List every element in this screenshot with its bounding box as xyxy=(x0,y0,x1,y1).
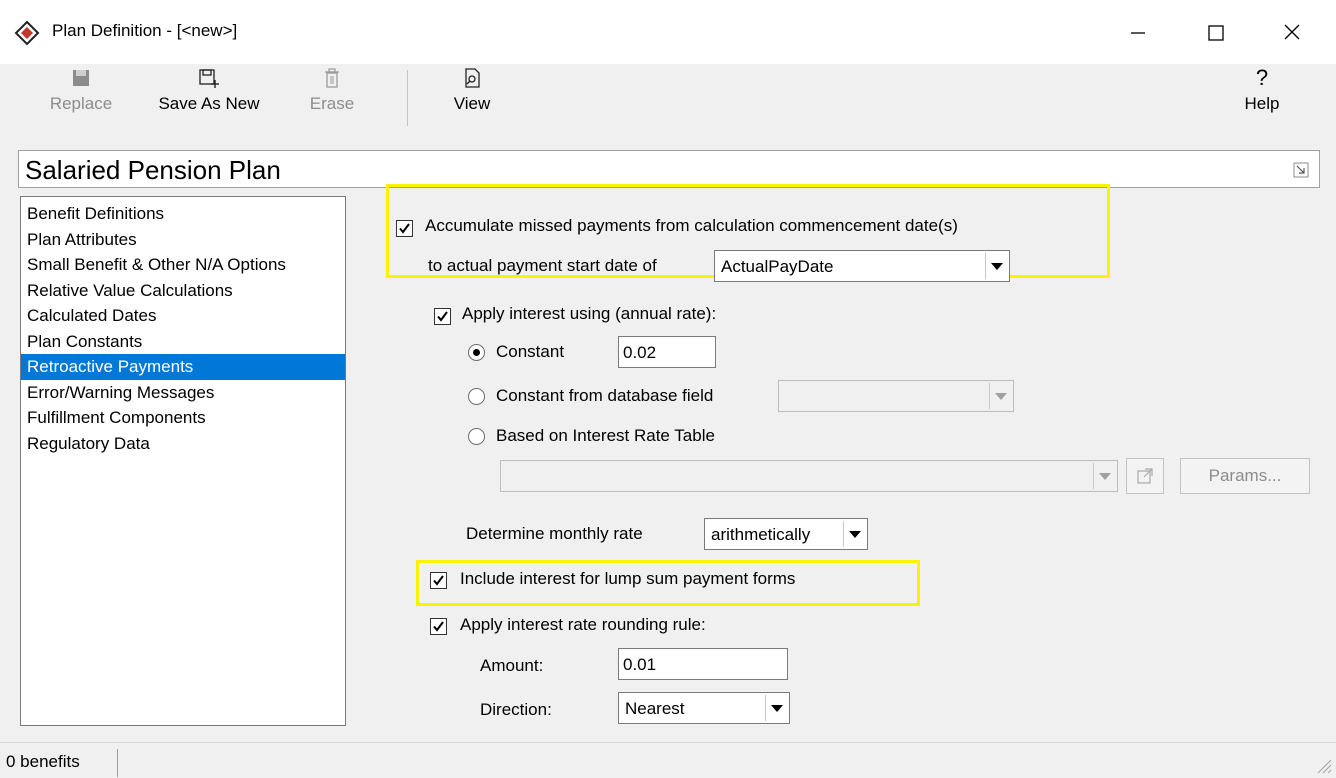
toolbar: Replace Save As New Erase View ? Help xyxy=(0,64,1336,134)
benefits-count: 0 benefits xyxy=(2,749,118,777)
params-button[interactable]: Params... xyxy=(1180,458,1310,494)
chevron-down-icon[interactable] xyxy=(765,695,787,721)
monthly-rate-value: arithmetically xyxy=(711,525,811,544)
nav-item[interactable]: Calculated Dates xyxy=(21,303,345,329)
apply-interest-checkbox[interactable] xyxy=(434,308,451,325)
app-logo-icon xyxy=(14,20,40,46)
lump-sum-checkbox[interactable] xyxy=(430,572,447,589)
nav-item[interactable]: Benefit Definitions xyxy=(21,201,345,227)
checkmark-icon xyxy=(399,223,410,234)
rate-table-select[interactable] xyxy=(500,460,1118,492)
save-disk-icon xyxy=(73,70,89,86)
close-icon xyxy=(1284,24,1300,40)
nav-item[interactable]: Retroactive Payments xyxy=(21,354,345,380)
start-date-select[interactable]: ActualPayDate xyxy=(714,250,1010,282)
external-link-icon xyxy=(1137,468,1153,484)
amount-label: Amount: xyxy=(480,656,544,675)
minimize-icon xyxy=(1131,32,1145,34)
view-label: View xyxy=(453,94,491,113)
rate-table-radio[interactable] xyxy=(468,428,485,445)
help-icon: ? xyxy=(1255,65,1269,90)
checkmark-icon xyxy=(433,621,444,632)
accumulate-label: Accumulate missed payments from calculat… xyxy=(425,216,958,235)
rounding-checkbox[interactable] xyxy=(430,618,447,635)
nav-item[interactable]: Plan Constants xyxy=(21,329,345,355)
collapse-corner-icon[interactable] xyxy=(1293,162,1309,178)
section-list[interactable]: Benefit Definitions Plan Attributes Small … xyxy=(20,196,346,726)
rate-table-label: Based on Interest Rate Table xyxy=(496,426,715,445)
close-button[interactable] xyxy=(1272,14,1312,50)
direction-label: Direction: xyxy=(480,700,552,719)
save-as-new-icon xyxy=(199,69,219,88)
monthly-rate-select[interactable]: arithmetically xyxy=(704,518,868,550)
nav-item[interactable]: Fulfillment Components xyxy=(21,405,345,431)
erase-label: Erase xyxy=(309,94,355,113)
replace-button[interactable]: Replace xyxy=(44,66,118,130)
chevron-down-icon[interactable] xyxy=(843,521,865,547)
view-document-icon xyxy=(465,68,480,88)
constant-radio[interactable] xyxy=(468,344,485,361)
nav-item[interactable]: Plan Attributes xyxy=(21,227,345,253)
window-title: Plan Definition - [<new>] xyxy=(52,21,238,40)
apply-interest-label: Apply interest using (annual rate): xyxy=(462,304,717,323)
chevron-down-icon[interactable] xyxy=(985,253,1007,279)
minimize-button[interactable] xyxy=(1118,14,1158,50)
checkmark-icon xyxy=(433,575,444,586)
direction-value: Nearest xyxy=(625,699,685,718)
toolbar-separator xyxy=(407,70,408,126)
status-bar: 0 benefits xyxy=(0,742,1336,778)
open-table-button[interactable] xyxy=(1126,458,1164,494)
checkmark-icon xyxy=(437,311,448,322)
radio-dot-icon xyxy=(473,349,480,356)
help-label: Help xyxy=(1244,94,1280,113)
direction-select[interactable]: Nearest xyxy=(618,692,790,724)
plan-name: Salaried Pension Plan xyxy=(25,155,281,185)
start-date-value: ActualPayDate xyxy=(721,257,834,276)
maximize-icon xyxy=(1208,25,1224,41)
constant-db-select[interactable] xyxy=(778,380,1014,412)
resize-grip-icon[interactable] xyxy=(1314,756,1332,774)
erase-button[interactable]: Erase xyxy=(300,66,364,130)
amount-value: 0.01 xyxy=(623,655,657,674)
constant-value: 0.02 xyxy=(623,343,657,362)
nav-item[interactable]: Error/Warning Messages xyxy=(21,380,345,406)
accumulate-checkbox[interactable] xyxy=(396,220,413,237)
retroactive-payments-form: Accumulate missed payments from calculat… xyxy=(350,184,1320,726)
constant-db-label: Constant from database field xyxy=(496,386,714,405)
constant-input[interactable]: 0.02 xyxy=(618,336,716,368)
plan-name-header: Salaried Pension Plan xyxy=(18,150,1320,188)
replace-label: Replace xyxy=(49,94,113,113)
chevron-down-icon[interactable] xyxy=(989,383,1011,409)
monthly-rate-label: Determine monthly rate xyxy=(466,524,643,543)
help-button[interactable]: ? Help xyxy=(1232,66,1292,130)
view-button[interactable]: View xyxy=(444,66,500,130)
title-bar: Plan Definition - [<new>] xyxy=(0,0,1336,64)
maximize-button[interactable] xyxy=(1196,14,1236,50)
lump-sum-label: Include interest for lump sum payment fo… xyxy=(460,569,796,588)
rounding-label: Apply interest rate rounding rule: xyxy=(460,615,706,634)
chevron-down-icon[interactable] xyxy=(1093,463,1115,489)
amount-input[interactable]: 0.01 xyxy=(618,648,788,680)
save-as-new-button[interactable]: Save As New xyxy=(150,66,268,130)
trash-icon xyxy=(325,68,339,88)
constant-db-radio[interactable] xyxy=(468,388,485,405)
to-actual-label: to actual payment start date of xyxy=(428,256,657,275)
nav-item[interactable]: Small Benefit & Other N/A Options xyxy=(21,252,345,278)
constant-label: Constant xyxy=(496,342,565,361)
save-as-new-label: Save As New xyxy=(158,94,260,113)
nav-item[interactable]: Regulatory Data xyxy=(21,431,345,457)
nav-item[interactable]: Relative Value Calculations xyxy=(21,278,345,304)
